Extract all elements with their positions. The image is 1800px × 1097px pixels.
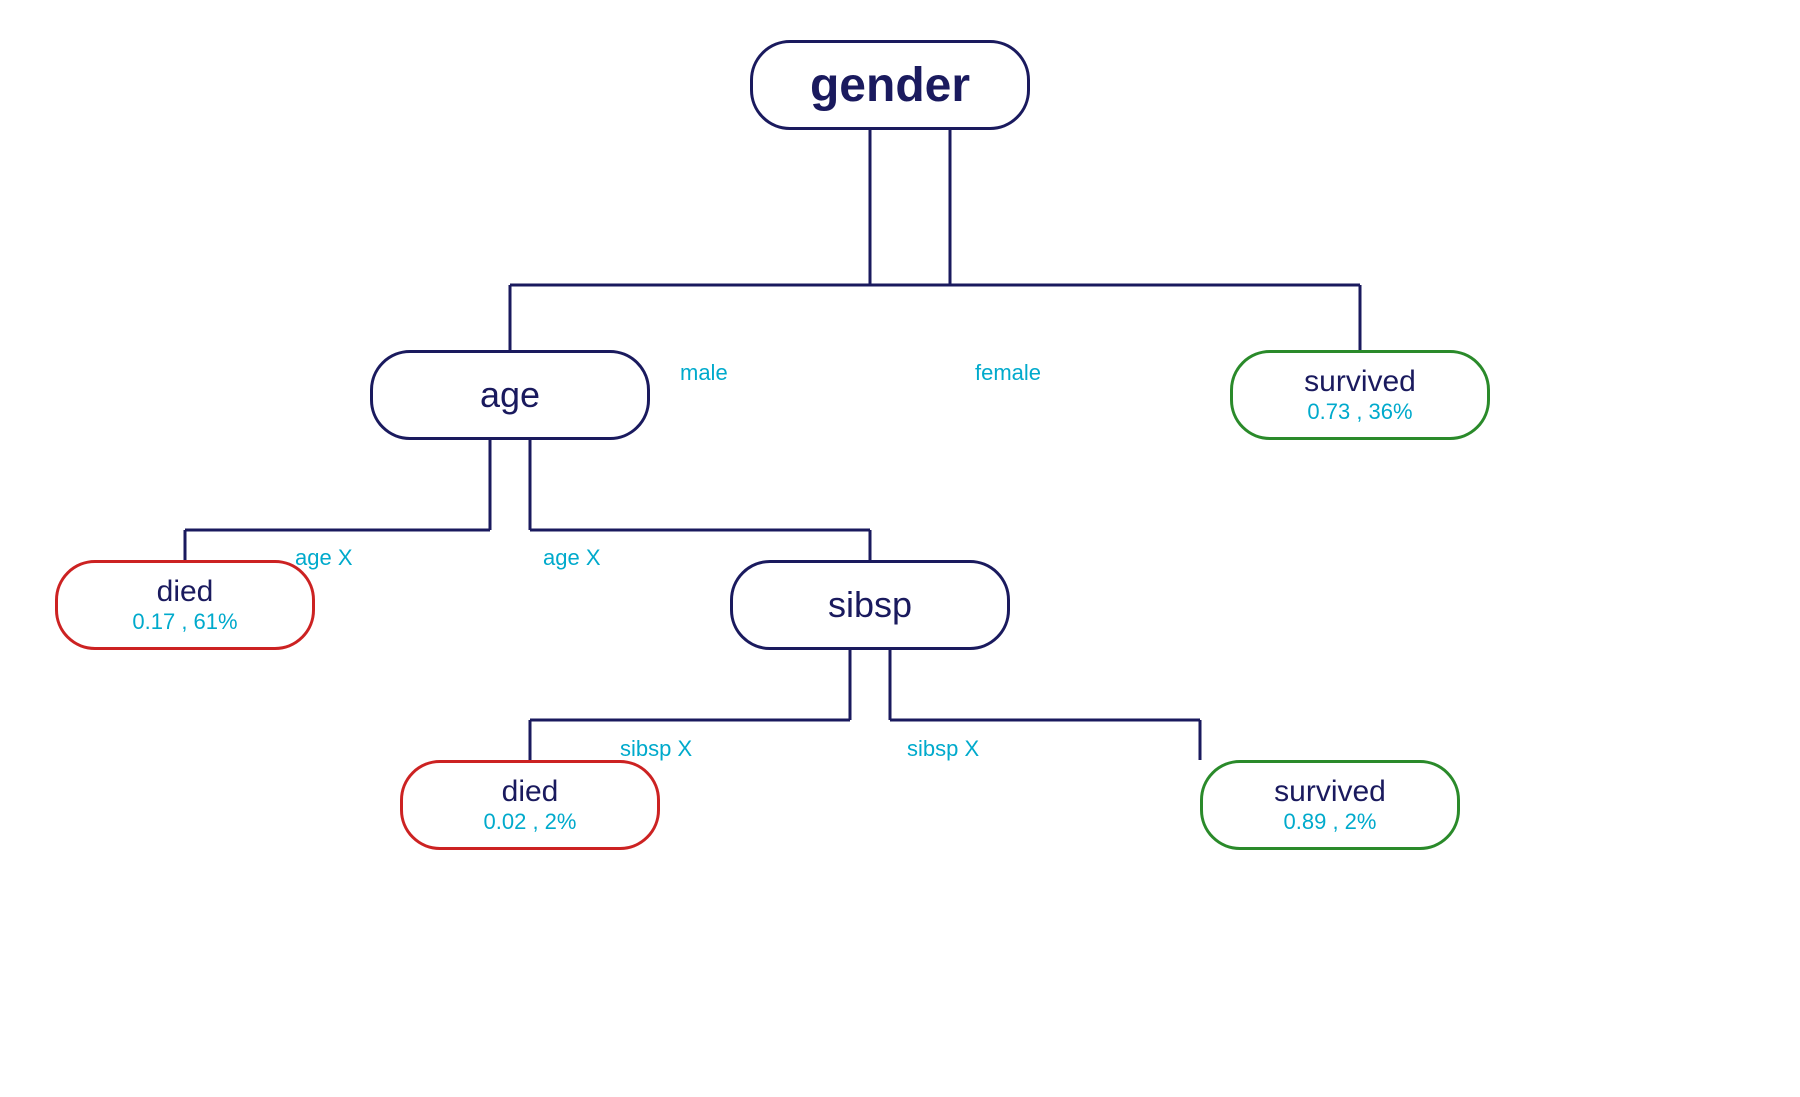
survived-female-stats: 0.73 , 36% — [1307, 399, 1412, 425]
age-label: age — [480, 374, 540, 416]
died-age-label: died — [157, 575, 214, 609]
died-age-stats: 0.17 , 61% — [132, 609, 237, 635]
gender-label: gender — [810, 58, 970, 113]
died-sibsp-label: died — [502, 775, 559, 809]
male-edge-label: male — [680, 360, 728, 386]
age-x-left-label: age X — [295, 545, 353, 571]
sibsp-x-left-label: sibsp X — [620, 736, 692, 762]
survived-sibsp-label: survived — [1274, 775, 1386, 809]
survived-sibsp-node: survived 0.89 , 2% — [1200, 760, 1460, 850]
decision-tree: gender age survived 0.73 , 36% died 0.17… — [0, 0, 1800, 1097]
survived-female-node: survived 0.73 , 36% — [1230, 350, 1490, 440]
survived-sibsp-stats: 0.89 , 2% — [1284, 809, 1377, 835]
sibsp-x-right-label: sibsp X — [907, 736, 979, 762]
connector-lines — [0, 0, 1800, 1097]
sibsp-label: sibsp — [828, 584, 912, 626]
died-age-node: died 0.17 , 61% — [55, 560, 315, 650]
age-x-right-label: age X — [543, 545, 601, 571]
gender-node: gender — [750, 40, 1030, 130]
age-node: age — [370, 350, 650, 440]
survived-female-label: survived — [1304, 365, 1416, 399]
died-sibsp-stats: 0.02 , 2% — [484, 809, 577, 835]
sibsp-node: sibsp — [730, 560, 1010, 650]
died-sibsp-node: died 0.02 , 2% — [400, 760, 660, 850]
female-edge-label: female — [975, 360, 1041, 386]
